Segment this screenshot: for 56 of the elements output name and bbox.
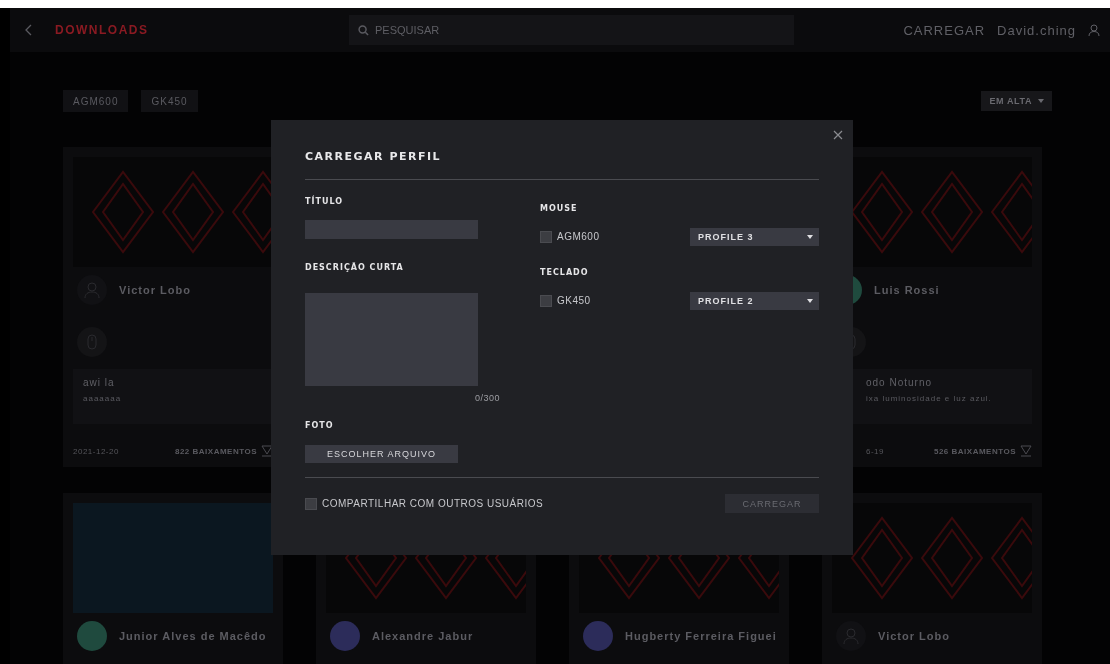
caret-icon [807, 298, 813, 303]
page-title: DOWNLOADS [55, 23, 150, 37]
field-label: DESCRIÇÃO CURTA [305, 263, 405, 272]
profile-card[interactable]: Junior Alves de Macêdo [63, 493, 283, 664]
user-avatar [330, 621, 360, 651]
device-name: GK450 [557, 295, 591, 306]
description-input[interactable] [305, 293, 478, 386]
download-count: 822 BAIXAMENTOS [174, 446, 257, 456]
close-icon[interactable] [831, 128, 845, 142]
device-name: AGM600 [557, 231, 600, 242]
user-avatar-icon [836, 621, 866, 651]
download-count: 526 BAIXAMENTOS [933, 446, 1016, 456]
choose-file-button[interactable]: ESCOLHER ARQUIVO [305, 445, 458, 463]
author-name: Victor Lobo [119, 284, 191, 296]
user-avatar-icon [77, 275, 107, 305]
device-label: MOUSE [540, 204, 578, 213]
user-avatar [583, 621, 613, 651]
profile-description: ixa luminosidade e luz azul. [866, 394, 993, 403]
mouse-icon [77, 327, 107, 357]
character-counter: 0/300 [475, 393, 501, 403]
checkbox[interactable] [305, 497, 317, 510]
filter-chip[interactable]: GK450 [141, 90, 198, 112]
author-name: Alexandre Jabur [372, 630, 474, 642]
checkbox[interactable] [540, 294, 552, 307]
search-icon [358, 25, 369, 36]
user-icon[interactable] [1088, 23, 1100, 37]
dialog-title: CARREGAR PERFIL [305, 150, 443, 163]
sort-dropdown[interactable]: EM ALTA [981, 91, 1052, 111]
author-name: Luis Rossi [874, 284, 940, 296]
search-field[interactable]: PESQUISAR [349, 15, 794, 45]
profile-card[interactable]: Victor Lobo [822, 493, 1042, 664]
download-icon[interactable] [1020, 445, 1032, 457]
user-name[interactable]: David.ching [997, 22, 1076, 38]
upload-link[interactable]: CARREGAR [903, 22, 986, 38]
author-name: Victor Lobo [878, 630, 950, 642]
upload-date: 2021-12-20 [73, 446, 119, 456]
user-avatar [77, 621, 107, 651]
back-icon[interactable] [25, 24, 33, 36]
share-label: COMPARTILHAR COM OUTROS USUÁRIOS [322, 498, 544, 509]
caret-icon [807, 234, 813, 239]
download-icon[interactable] [261, 445, 273, 457]
profile-dropdown[interactable]: PROFILE 2 [690, 291, 819, 310]
profile-dropdown[interactable]: PROFILE 3 [690, 227, 819, 246]
author-name: Hugberty Ferreira Figuei [625, 630, 777, 642]
field-label: TÍTULO [305, 197, 344, 206]
profile-title: awi la [83, 377, 116, 388]
upload-date: 6-19 [866, 446, 884, 456]
profile-description: aaaaaaa [83, 394, 123, 403]
checkbox[interactable] [540, 230, 552, 243]
device-label: TECLADO [540, 268, 589, 277]
caret-icon [1038, 99, 1044, 103]
field-label: FOTO [305, 421, 335, 430]
author-name: Junior Alves de Macêdo [119, 630, 267, 642]
profile-title: odo Noturno [866, 377, 934, 388]
title-input[interactable] [305, 220, 478, 239]
filter-chip[interactable]: AGM600 [63, 90, 129, 112]
